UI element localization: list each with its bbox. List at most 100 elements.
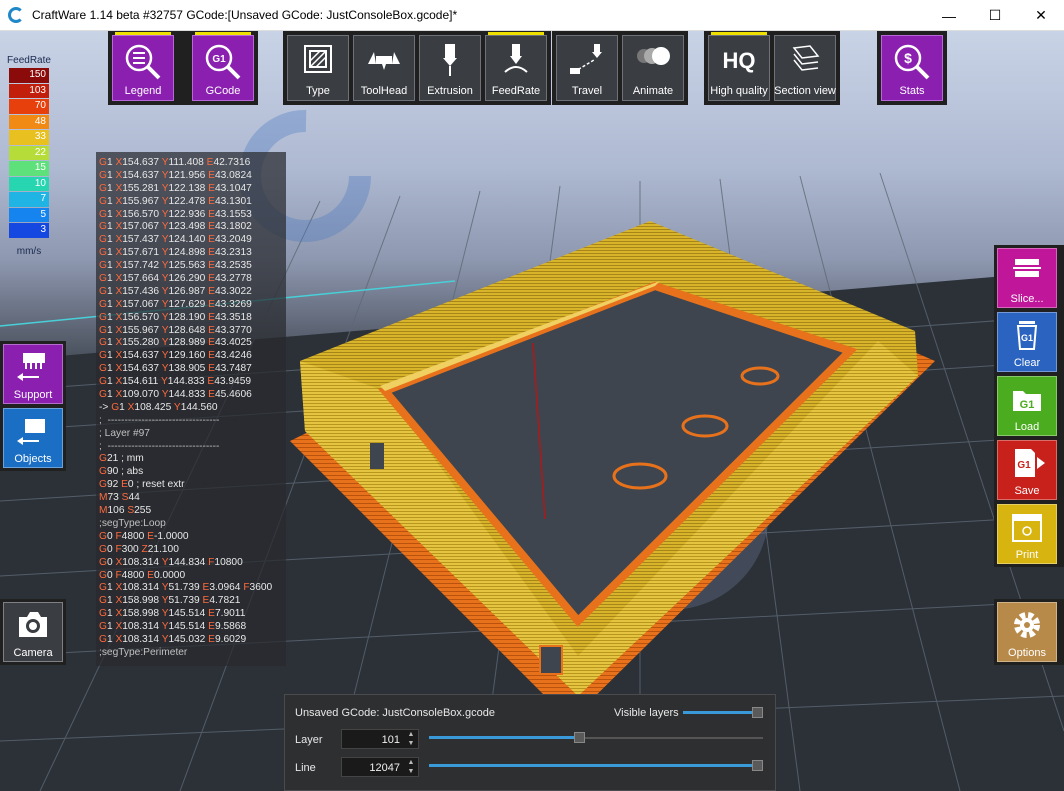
visible-layers-thumb[interactable] bbox=[752, 707, 763, 718]
layer-control-panel: Unsaved GCode: JustConsoleBox.gcode Visi… bbox=[284, 694, 776, 791]
gcode-line: G1 X155.967 Y122.478 E43.1301 bbox=[99, 195, 252, 207]
gear-icon bbox=[1014, 612, 1040, 638]
gcode-line: ; Layer #97 bbox=[99, 427, 150, 439]
gcode-line: G1 X108.314 Y51.739 E3.0964 F3600 bbox=[99, 582, 273, 594]
objects-icon bbox=[17, 419, 45, 445]
active-indicator bbox=[711, 32, 767, 35]
line-slider[interactable] bbox=[429, 759, 763, 773]
chevron-down-icon[interactable]: ▼ bbox=[404, 739, 418, 748]
display-mode-toolbar: Type ToolHead Extrusion FeedRate bbox=[283, 31, 551, 105]
feedrate-icon bbox=[504, 44, 528, 73]
gcode-line: G1 X158.998 Y51.739 E4.7821 bbox=[99, 595, 241, 607]
gcode-line: ;segType:Perimeter bbox=[99, 646, 188, 658]
craftware-logo-icon bbox=[8, 7, 24, 23]
options-panel: Options bbox=[994, 599, 1064, 665]
line-slider-thumb[interactable] bbox=[752, 760, 763, 771]
line-label: Line bbox=[295, 762, 316, 774]
gcode-line: -> G1 X108.425 Y144.560 bbox=[99, 401, 218, 413]
animate-button-label: Animate bbox=[632, 85, 674, 97]
gcode-line: G90 ; abs bbox=[99, 466, 144, 478]
load-icon-text: G1 bbox=[1020, 399, 1035, 411]
line-spin-arrows[interactable]: ▲ ▼ bbox=[404, 758, 418, 776]
visible-layers-label: Visible layers bbox=[614, 707, 679, 719]
support-button[interactable]: Support bbox=[3, 344, 63, 404]
section-view-icon bbox=[792, 45, 820, 71]
gcode-line: ; --------------------------------- bbox=[99, 414, 220, 426]
gcode-line: G0 F4800 E-1.0000 bbox=[99, 530, 189, 542]
save-icon: G1 bbox=[1015, 449, 1045, 477]
layer-input[interactable] bbox=[342, 731, 404, 749]
print-button-label: Print bbox=[1015, 549, 1039, 561]
layer-spinbox[interactable]: ▲▼ bbox=[341, 729, 419, 749]
legend-row: 103 bbox=[9, 83, 49, 98]
stats-button[interactable]: $ Stats bbox=[881, 35, 943, 101]
gcode-listing[interactable]: G1 X154.637 Y111.408 E42.7316 G1 X154.637… bbox=[96, 152, 286, 666]
gcode-file-name: Unsaved GCode: JustConsoleBox.gcode bbox=[295, 707, 495, 719]
high-quality-button[interactable]: HQ High quality bbox=[708, 32, 770, 101]
extrusion-icon bbox=[443, 44, 457, 76]
close-button[interactable]: ✕ bbox=[1018, 0, 1064, 31]
slice-button[interactable]: Slice... bbox=[997, 248, 1057, 308]
camera-button-label: Camera bbox=[13, 647, 53, 659]
save-button[interactable]: G1 Save bbox=[997, 440, 1057, 500]
active-indicator bbox=[195, 32, 251, 35]
legend-button[interactable]: Legend bbox=[112, 32, 174, 101]
visible-layers-slider[interactable] bbox=[683, 706, 763, 720]
load-button[interactable]: G1 Load bbox=[997, 376, 1057, 436]
legend-row: 15 bbox=[9, 161, 49, 176]
legend-row: 3 bbox=[9, 223, 49, 238]
camera-button[interactable]: Camera bbox=[3, 602, 63, 662]
legend-scale: 150 103 70 48 33 22 15 10 7 5 3 bbox=[4, 68, 54, 238]
layer-slider-thumb[interactable] bbox=[574, 732, 586, 743]
toolhead-icon bbox=[368, 52, 400, 70]
chevron-down-icon[interactable]: ▼ bbox=[404, 767, 418, 776]
legend-row: 10 bbox=[9, 176, 49, 191]
travel-toolbar: Travel Animate bbox=[552, 31, 688, 105]
camera-icon bbox=[19, 612, 47, 637]
chevron-up-icon[interactable]: ▲ bbox=[404, 730, 418, 739]
stats-icon: $ bbox=[894, 44, 930, 80]
legend-title: FeedRate bbox=[7, 55, 51, 66]
travel-button[interactable]: Travel bbox=[556, 35, 618, 101]
clear-button-label: Clear bbox=[1013, 357, 1041, 369]
layer-slider[interactable] bbox=[429, 731, 763, 745]
options-button[interactable]: Options bbox=[997, 602, 1057, 662]
slice-icon bbox=[1013, 259, 1041, 277]
section-view-button[interactable]: Section view bbox=[774, 35, 836, 101]
line-input[interactable] bbox=[342, 759, 404, 777]
layer-label: Layer bbox=[295, 734, 323, 746]
maximize-button[interactable]: ☐ bbox=[972, 0, 1018, 31]
trash-icon: G1 bbox=[1016, 321, 1038, 350]
type-button[interactable]: Type bbox=[287, 35, 349, 101]
left-tool-panel: Support Objects bbox=[0, 341, 66, 471]
gcode-line: G1 X157.664 Y126.290 E43.2778 bbox=[99, 273, 252, 285]
objects-button[interactable]: Objects bbox=[3, 408, 63, 468]
title-bar: CraftWare 1.14 beta #32757 GCode:[Unsave… bbox=[0, 0, 1064, 31]
3d-viewport[interactable]: FeedRate 150 103 70 48 33 22 15 10 7 5 3 mm/s Lege… bbox=[0, 31, 1064, 791]
gcode-button[interactable]: G1 GCode bbox=[192, 32, 254, 101]
gcode-line: G1 X156.570 Y122.936 E43.1553 bbox=[99, 208, 252, 220]
clear-button[interactable]: G1 Clear bbox=[997, 312, 1057, 372]
gcode-line: G0 X108.314 Y144.834 F10800 bbox=[99, 556, 243, 568]
gcode-line: G1 X157.067 Y127.629 E43.3269 bbox=[99, 298, 252, 310]
gcode-line: G1 X157.067 Y123.498 E43.1802 bbox=[99, 221, 252, 233]
visible-layers-fill bbox=[683, 711, 752, 714]
minimize-button[interactable]: — bbox=[926, 0, 972, 31]
layer-spin-arrows[interactable]: ▲ ▼ bbox=[404, 730, 418, 748]
gcode-search-icon: G1 bbox=[205, 44, 241, 80]
feedrate-button[interactable]: FeedRate bbox=[485, 32, 547, 101]
gcode-line: M73 S44 bbox=[99, 492, 140, 504]
extrusion-button-label: Extrusion bbox=[427, 85, 473, 97]
slice-button-label: Slice... bbox=[1010, 293, 1044, 305]
animate-button[interactable]: Animate bbox=[622, 35, 684, 101]
gcode-line: G1 X154.611 Y144.833 E43.9459 bbox=[99, 376, 252, 388]
toolhead-button[interactable]: ToolHead bbox=[353, 35, 415, 101]
chevron-up-icon[interactable]: ▲ bbox=[404, 758, 418, 767]
gcode-line: G1 X157.436 Y126.987 E43.3022 bbox=[99, 285, 252, 297]
extrusion-button[interactable]: Extrusion bbox=[419, 35, 481, 101]
line-spinbox[interactable]: ▲▼ bbox=[341, 757, 419, 777]
save-icon-text: G1 bbox=[1017, 460, 1031, 471]
legend-row: 22 bbox=[9, 145, 49, 160]
right-action-panel: Slice... G1 Clear G1 Load G1 Save Print bbox=[994, 245, 1064, 567]
print-button[interactable]: Print bbox=[997, 504, 1057, 564]
